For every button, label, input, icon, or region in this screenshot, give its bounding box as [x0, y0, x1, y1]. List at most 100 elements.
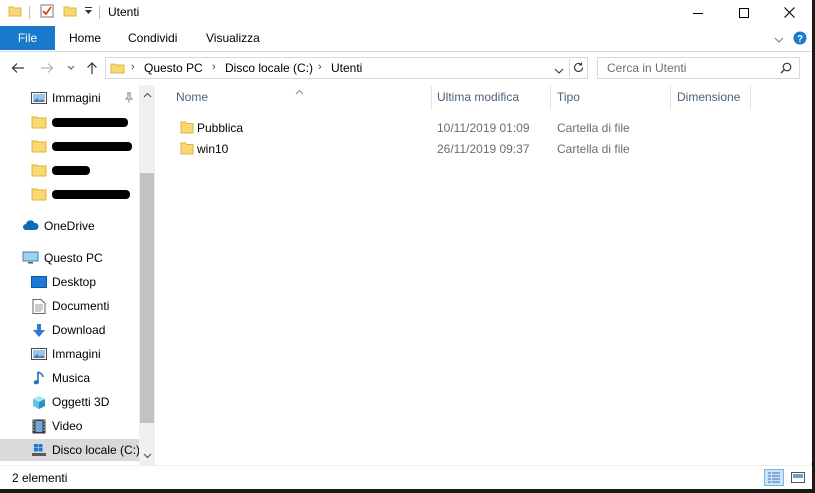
- sort-ascending-icon: [295, 84, 304, 98]
- back-arrow-icon[interactable]: [7, 58, 29, 78]
- title-bar: Utenti: [0, 0, 812, 25]
- nav-item-videos[interactable]: Video: [0, 415, 140, 437]
- column-header-type[interactable]: Tipo: [557, 90, 580, 110]
- table-row[interactable]: Pubblica 10/11/2019 01:09 Cartella di fi…: [177, 118, 657, 138]
- search-icon[interactable]: [780, 62, 792, 77]
- desktop-icon: [31, 275, 47, 289]
- nav-item-documents[interactable]: Documenti: [0, 295, 140, 317]
- file-modified: 10/11/2019 01:09: [437, 121, 530, 135]
- redaction-mark: [52, 142, 132, 151]
- folder-icon: [31, 187, 47, 201]
- file-type: Cartella di file: [557, 142, 630, 156]
- column-header-name[interactable]: Nome: [176, 90, 208, 110]
- nav-pane-scrollbar[interactable]: [139, 85, 155, 465]
- scroll-up-arrow-icon[interactable]: [139, 86, 155, 103]
- divider: [99, 6, 100, 19]
- file-name: Pubblica: [197, 121, 244, 135]
- nav-item-onedrive[interactable]: OneDrive: [0, 215, 140, 237]
- film-icon: [32, 419, 48, 434]
- nav-item-3d-objects[interactable]: Oggetti 3D: [0, 391, 140, 413]
- nav-item-quick-pictures[interactable]: Immagini: [0, 87, 140, 109]
- tab-view[interactable]: Visualizza: [206, 26, 260, 50]
- new-folder-icon[interactable]: [63, 4, 77, 18]
- ribbon: File Home Condividi Visualizza ?: [0, 25, 812, 52]
- nav-label: OneDrive: [44, 219, 95, 233]
- nav-item-this-pc[interactable]: Questo PC: [0, 247, 140, 269]
- customize-toolbar-icon[interactable]: [84, 6, 93, 16]
- recent-locations-icon[interactable]: [60, 58, 82, 78]
- folder-icon: [180, 121, 194, 134]
- file-type: Cartella di file: [557, 121, 630, 135]
- nav-item-redacted[interactable]: [0, 183, 140, 205]
- details-view-button[interactable]: [764, 469, 784, 486]
- divider: [29, 6, 30, 19]
- minimize-button[interactable]: [675, 0, 721, 25]
- expand-ribbon-icon[interactable]: [774, 33, 784, 47]
- column-header-modified[interactable]: Ultima modifica: [437, 90, 519, 110]
- properties-icon[interactable]: [40, 4, 54, 18]
- address-bar[interactable]: › Questo PC › Disco locale (C:) › Utenti: [105, 57, 588, 79]
- nav-label: Musica: [52, 371, 91, 385]
- large-icons-view-button[interactable]: [788, 469, 808, 486]
- nav-label: Immagini: [52, 91, 101, 105]
- file-modified: 26/11/2019 09:37: [437, 142, 530, 156]
- nav-label: Video: [52, 419, 83, 433]
- folder-icon: [31, 139, 47, 153]
- forward-arrow-icon[interactable]: [36, 58, 58, 78]
- folder-icon: [8, 4, 22, 18]
- nav-item-redacted[interactable]: [0, 111, 140, 133]
- nav-item-redacted[interactable]: [0, 159, 140, 181]
- up-arrow-icon[interactable]: [81, 58, 103, 78]
- divider: [550, 86, 551, 110]
- tab-share[interactable]: Condividi: [128, 26, 177, 50]
- tab-home[interactable]: Home: [69, 26, 101, 50]
- divider: [750, 86, 751, 110]
- breadcrumb-users[interactable]: Utenti: [331, 61, 362, 75]
- pictures-icon: [31, 91, 47, 105]
- navigation-pane: Immagini OneDrive Questo PC Desktop Docu…: [0, 85, 155, 463]
- search-input[interactable]: Cerca in Utenti: [607, 61, 686, 75]
- drive-icon: [31, 443, 47, 457]
- breadcrumb-chevron-icon[interactable]: ›: [131, 61, 135, 73]
- breadcrumb-this-pc[interactable]: Questo PC: [144, 61, 203, 75]
- column-header-size[interactable]: Dimensione: [677, 90, 740, 110]
- address-dropdown-icon[interactable]: [554, 64, 564, 78]
- documents-icon: [32, 299, 48, 314]
- maximize-button[interactable]: [721, 0, 767, 25]
- nav-label: Oggetti 3D: [52, 395, 110, 409]
- redaction-mark: [52, 118, 128, 127]
- scroll-down-arrow-icon[interactable]: [139, 447, 155, 464]
- nav-item-music[interactable]: Musica: [0, 367, 140, 389]
- svg-text:?: ?: [797, 34, 803, 45]
- nav-label: Disco locale (C:): [52, 443, 141, 457]
- file-name: win10: [197, 142, 229, 156]
- nav-label: Immagini: [52, 347, 101, 361]
- redaction-mark: [52, 190, 130, 199]
- folder-icon: [31, 115, 47, 129]
- pictures-icon: [31, 347, 47, 361]
- redaction-mark: [52, 166, 90, 175]
- download-arrow-icon: [31, 323, 47, 337]
- nav-item-redacted[interactable]: [0, 135, 140, 157]
- breadcrumb-local-disk[interactable]: Disco locale (C:): [225, 61, 313, 75]
- nav-label: Documenti: [52, 299, 110, 313]
- search-box[interactable]: Cerca in Utenti: [597, 57, 800, 79]
- item-count: 2 elementi: [12, 471, 68, 485]
- divider: [569, 59, 570, 77]
- table-row[interactable]: win10 26/11/2019 09:37 Cartella di file: [177, 139, 657, 159]
- nav-item-pictures[interactable]: Immagini: [0, 343, 140, 365]
- status-bar: 2 elementi: [0, 465, 812, 489]
- close-button[interactable]: [766, 0, 812, 25]
- refresh-icon[interactable]: [572, 61, 585, 77]
- scrollbar-thumb[interactable]: [140, 173, 154, 423]
- cube-icon: [31, 395, 47, 409]
- breadcrumb-chevron-icon[interactable]: ›: [318, 61, 322, 73]
- pin-icon[interactable]: [124, 92, 134, 106]
- nav-item-local-disk[interactable]: Disco locale (C:): [0, 439, 140, 461]
- folder-icon: [180, 142, 194, 155]
- breadcrumb-chevron-icon[interactable]: ›: [212, 61, 216, 73]
- nav-item-downloads[interactable]: Download: [0, 319, 140, 341]
- nav-item-desktop[interactable]: Desktop: [0, 271, 140, 293]
- tab-file[interactable]: File: [0, 26, 55, 50]
- help-icon[interactable]: ?: [793, 31, 807, 48]
